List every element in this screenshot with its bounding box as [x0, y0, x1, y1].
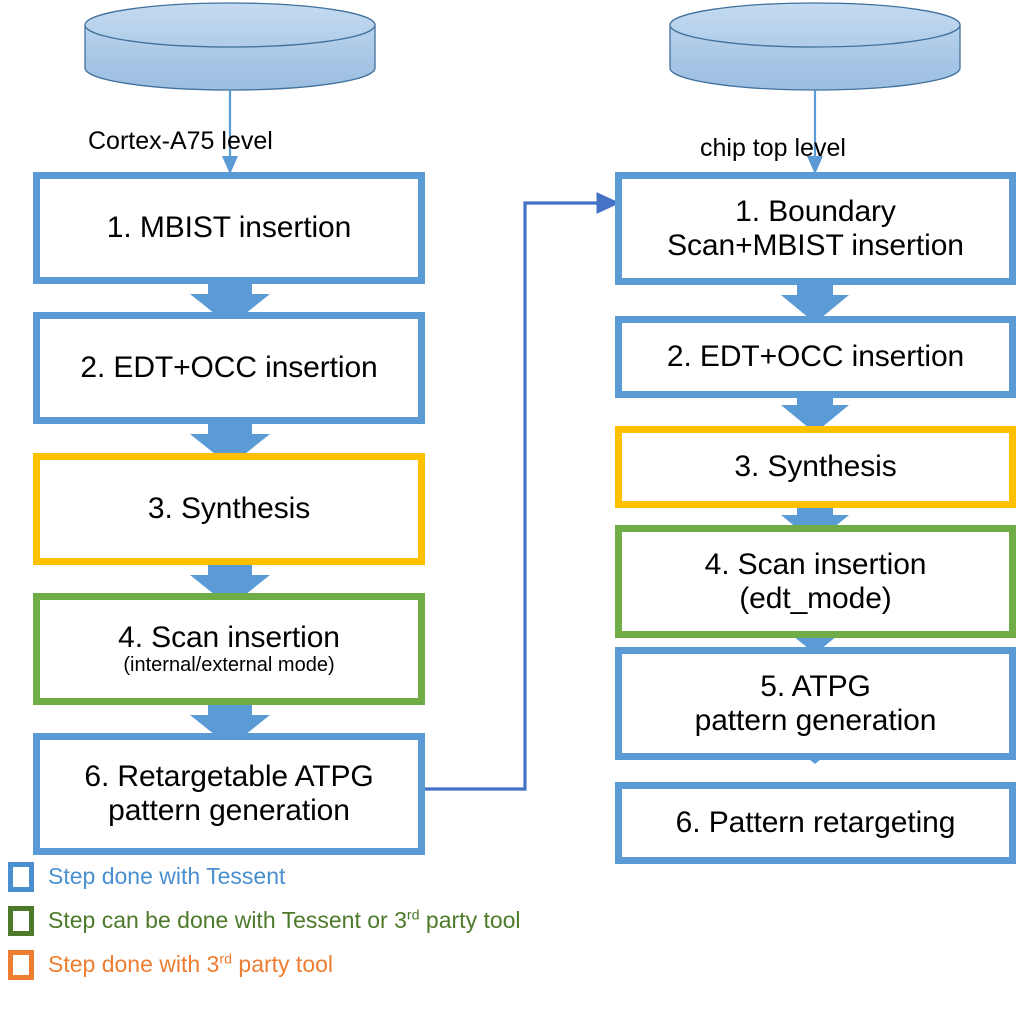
rtl-label-left: RTL [198, 31, 262, 69]
legend-swatch-blue-icon [8, 861, 34, 892]
right-step-5-atpg-pattern-generation[interactable]: 5. ATPG pattern generation [615, 647, 1016, 760]
step-title: 3. Synthesis [147, 492, 311, 526]
step-title: 3. Synthesis [734, 450, 897, 484]
legend: Step done with Tessent Step can be done … [8, 858, 521, 990]
step-title-line2: pattern generation [108, 794, 350, 827]
right-step-4-scan-insertion[interactable]: 4. Scan insertion (edt_mode) [615, 525, 1016, 638]
cross-flow-connector [425, 192, 621, 791]
step-title: 4. Scan insertion [704, 547, 927, 581]
left-step-3-synthesis[interactable]: 3. Synthesis [33, 453, 425, 565]
step-title-line2: pattern generation [694, 703, 937, 737]
left-step-6-retargetable-atpg[interactable]: 6. Retargetable ATPG pattern generation [33, 733, 425, 855]
step-title: 2. EDT+OCC insertion [80, 351, 378, 385]
right-step-6-pattern-retargeting[interactable]: 6. Pattern retargeting [615, 782, 1016, 864]
rtl-label-right: RTL [783, 31, 847, 69]
legend-text-sup: rd [406, 907, 420, 924]
step-title: 1. MBIST insertion [106, 211, 352, 245]
legend-text-before: Step done with 3 [48, 951, 220, 977]
step-title: 1. Boundary [735, 194, 896, 228]
legend-swatch-orange-icon [8, 949, 34, 980]
legend-label: Step can be done with Tessent or 3rd par… [48, 907, 521, 934]
step-title: 6. Pattern retargeting [675, 806, 956, 840]
step-subtitle: (internal/external mode) [123, 654, 335, 677]
legend-text-after: party tool [419, 907, 521, 933]
legend-text-sup: rd [219, 951, 233, 968]
legend-text-before: Step done with Tessent [48, 863, 286, 889]
right-step-1-boundary-scan-mbist[interactable]: 1. Boundary Scan+MBIST insertion [615, 172, 1016, 285]
right-step-2-edt-occ-insertion[interactable]: 2. EDT+OCC insertion [615, 316, 1016, 398]
legend-item-tessent: Step done with Tessent [8, 858, 521, 895]
legend-label: Step done with 3rd party tool [48, 951, 333, 978]
step-title-line2: Scan+MBIST insertion [667, 228, 964, 262]
step-title-line2: (edt_mode) [739, 581, 892, 615]
left-step-4-scan-insertion[interactable]: 4. Scan insertion (internal/external mod… [33, 593, 425, 705]
left-step-2-edt-occ-insertion[interactable]: 2. EDT+OCC insertion [33, 312, 425, 424]
edge-label-chip-top-level: chip top level [700, 134, 846, 162]
legend-label: Step done with Tessent [48, 863, 285, 890]
right-step-3-synthesis[interactable]: 3. Synthesis [615, 426, 1016, 508]
legend-text-before: Step can be done with Tessent or 3 [48, 907, 407, 933]
edge-label-cortex-level: Cortex-A75 level [88, 127, 273, 155]
step-title: 6. Retargetable ATPG [84, 760, 374, 794]
legend-text-after: party tool [232, 951, 334, 977]
step-title: 2. EDT+OCC insertion [666, 340, 965, 374]
left-step-1-mbist-insertion[interactable]: 1. MBIST insertion [33, 172, 425, 284]
flowchart-canvas: RTL RTL Cortex-A75 level chip top level … [0, 0, 1024, 1015]
legend-item-tessent-or-third-party: Step can be done with Tessent or 3rd par… [8, 902, 521, 939]
step-title: 4. Scan insertion [118, 620, 340, 654]
legend-item-third-party: Step done with 3rd party tool [8, 946, 521, 983]
rtl-cylinder-left [84, 2, 376, 91]
rtl-cylinder-right [669, 2, 961, 91]
legend-swatch-green-icon [8, 905, 34, 936]
step-title: 5. ATPG [760, 669, 871, 703]
